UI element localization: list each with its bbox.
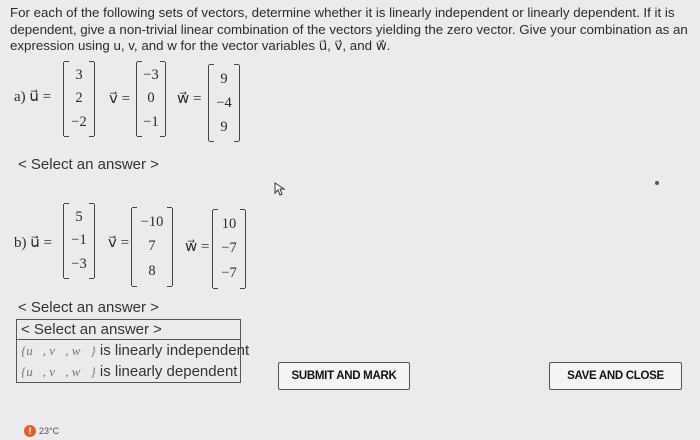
part-b-label: b) u⃗ = [14,235,52,251]
submit-and-mark-button[interactable]: SUBMIT AND MARK [278,362,410,390]
dropdown-option-independent[interactable]: {u⃗, v⃗, w⃗} is linearly independent [17,340,249,361]
dropdown-options-list: {u⃗, v⃗, w⃗} is linearly independent {u⃗… [16,340,249,383]
vector-entry: −4 [216,94,232,111]
vector-entry: 8 [148,263,156,280]
answer-select-b[interactable]: < Select an answer > [18,299,159,316]
vector-w-label-a: w⃗ = [177,91,202,107]
vector-v-b: −10 7 8 [131,207,173,287]
vector-v-a: −3 0 −1 [136,61,166,137]
vector-entry: −7 [221,265,237,282]
vector-entry: 5 [75,209,83,226]
vector-entry: −2 [71,113,87,130]
answer-dropdown-menu: < Select an answer > {u⃗, v⃗, w⃗} is lin… [16,319,249,383]
vector-u-a: 3 2 −2 [63,61,95,137]
vector-entry: −10 [140,213,164,230]
vector-w-label-b: w⃗ = [185,239,210,255]
part-a-label: a) u⃗ = [14,89,52,105]
vector-w-a: 9 −4 9 [208,64,240,142]
vector-entry: 0 [147,90,155,107]
answer-select-a[interactable]: < Select an answer > [18,156,159,173]
vector-entry: 9 [220,70,228,87]
vector-entry: −1 [143,113,159,130]
save-and-close-button[interactable]: SAVE AND CLOSE [549,362,682,390]
vector-entry: −3 [71,255,87,272]
vector-v-label-b: v⃗ = [108,235,130,251]
temperature-text: 23°C [39,426,60,436]
vector-entry: 2 [75,90,83,107]
vector-w-b: 10 −7 −7 [212,209,246,289]
vector-entry: 9 [220,118,228,135]
dot-mark [655,181,659,185]
vector-v-label-a: v⃗ = [109,91,131,107]
question-instructions: For each of the following sets of vector… [10,5,688,53]
vector-entry: −3 [143,67,159,84]
vector-entry: −7 [221,240,237,257]
dropdown-option-placeholder[interactable]: < Select an answer > [16,319,241,340]
vector-entry: 3 [75,67,83,84]
vector-entry: 10 [221,215,237,232]
vector-entry: −1 [71,232,87,249]
dropdown-option-dependent[interactable]: {u⃗, v⃗, w⃗} is linearly dependent [17,361,240,382]
warning-icon: ! [24,425,36,437]
status-indicator: ! 23°C [24,425,59,437]
vector-entry: 7 [148,238,156,255]
mouse-cursor-icon [274,182,286,196]
vector-u-b: 5 −1 −3 [63,203,95,279]
